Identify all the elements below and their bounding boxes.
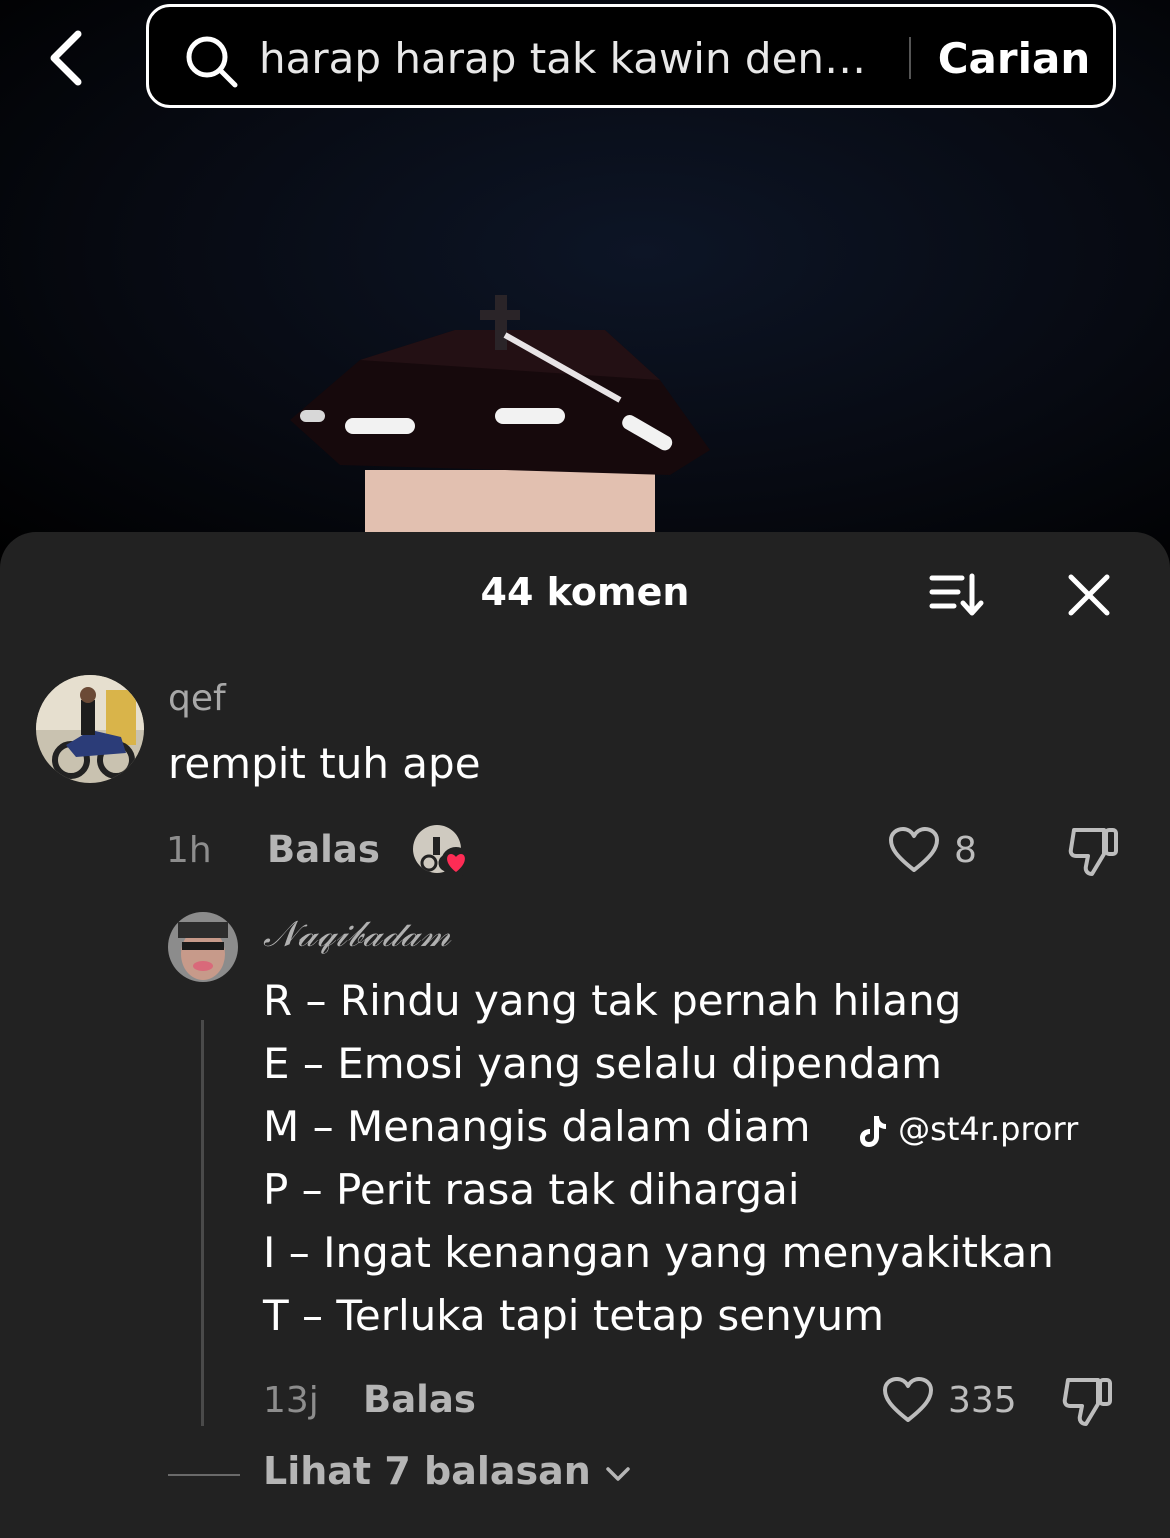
- reply-text-line: I – Ingat kenangan yang menyakitkan: [263, 1228, 1054, 1277]
- avatar[interactable]: [36, 675, 144, 783]
- chevron-down-icon: [606, 1466, 630, 1481]
- dislike-icon[interactable]: [1066, 824, 1120, 878]
- heart-badge-icon: [441, 847, 471, 877]
- reply-username[interactable]: 𝒩𝒶𝓆𝒾𝒷𝒶𝒹𝒶𝓂: [263, 914, 451, 956]
- reply-time: 13j: [263, 1380, 319, 1421]
- chevron-left-icon: [50, 30, 82, 86]
- heart-icon[interactable]: [882, 1376, 934, 1424]
- comment-like-count: 8: [954, 830, 977, 871]
- reply-avatar[interactable]: [168, 912, 238, 982]
- heart-icon[interactable]: [888, 826, 940, 874]
- view-more-replies-button[interactable]: Lihat 7 balasan: [263, 1449, 632, 1493]
- reply-text-line: E – Emosi yang selalu dipendam: [263, 1039, 943, 1088]
- reply-like-count: 335: [948, 1380, 1017, 1421]
- search-divider: [909, 37, 911, 79]
- search-input[interactable]: harap harap tak kawin deng...: [259, 29, 889, 89]
- watermark-text: @st4r.prorr: [898, 1110, 1079, 1148]
- reply-text: R – Rindu yang tak pernah hilang E – Emo…: [263, 969, 1054, 1347]
- thread-line: [201, 1020, 204, 1426]
- comment-text: rempit tuh ape: [168, 739, 481, 788]
- avatar-image: [168, 912, 238, 982]
- reply-text-line: R – Rindu yang tak pernah hilang: [263, 976, 962, 1025]
- divider: [168, 1474, 240, 1476]
- rooftop-image: [290, 295, 710, 540]
- search-bar[interactable]: harap harap tak kawin deng... Carian: [146, 4, 1116, 108]
- comment-time: 1h: [166, 830, 212, 871]
- search-icon: [186, 36, 238, 88]
- reply-text-line: P – Perit rasa tak dihargai: [263, 1165, 800, 1214]
- comment-reply-button[interactable]: Balas: [267, 828, 380, 871]
- dislike-icon[interactable]: [1060, 1374, 1114, 1428]
- sort-icon: [929, 573, 984, 616]
- tiktok-icon: [860, 1116, 886, 1147]
- close-button[interactable]: [1064, 570, 1114, 620]
- close-icon: [1068, 574, 1110, 616]
- watermark: @st4r.prorr: [858, 1110, 1158, 1156]
- avatar-image: [36, 675, 144, 783]
- sort-button[interactable]: [928, 572, 986, 618]
- comments-sheet: 44 komen qef rempit tuh ape 1h Balas 8 𝒩…: [0, 532, 1170, 1538]
- comment-username[interactable]: qef: [168, 678, 226, 719]
- reply-reply-button[interactable]: Balas: [363, 1378, 476, 1421]
- view-more-replies-label: Lihat 7 balasan: [263, 1449, 591, 1493]
- back-button[interactable]: [40, 28, 96, 88]
- comments-count-title: 44 komen: [480, 570, 690, 614]
- search-submit-button[interactable]: Carian: [929, 29, 1099, 89]
- reply-text-line: T – Terluka tapi tetap senyum: [263, 1291, 885, 1340]
